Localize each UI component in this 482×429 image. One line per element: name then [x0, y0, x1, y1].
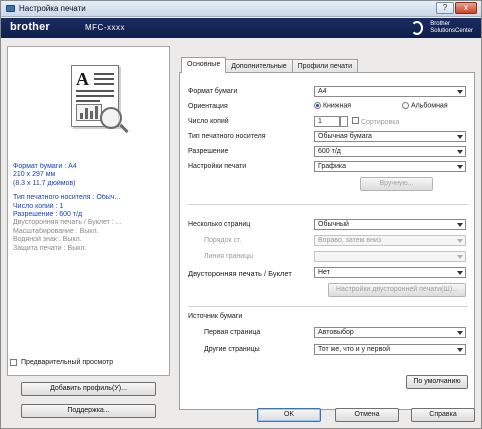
- summary-line: Число копий : 1: [13, 202, 64, 210]
- preview-letter-a: A: [76, 69, 89, 89]
- collate-label: Сортировка: [360, 119, 400, 126]
- duplex-value: Нет: [318, 269, 330, 276]
- chevron-down-icon: [457, 150, 463, 154]
- chevron-down-icon: [457, 90, 463, 94]
- orientation-portrait-option[interactable]: Книжная: [314, 102, 351, 109]
- summary-line: Разрешение : 600 т/д: [13, 211, 83, 219]
- paper-size-label: Формат бумаги: [188, 88, 238, 95]
- copies-value: 1: [318, 118, 322, 125]
- paper-source-label: Источник бумаги: [188, 313, 243, 320]
- copies-input[interactable]: 1: [314, 116, 340, 127]
- media-type-label: Тип печатного носителя: [188, 133, 266, 140]
- cancel-button[interactable]: Отмена: [335, 408, 399, 422]
- chevron-down-icon: [457, 331, 463, 335]
- duplex-settings-button[interactable]: Настройки двусторонней печати(Ш)...: [328, 283, 466, 297]
- support-button[interactable]: Поддержка...: [21, 404, 156, 418]
- basic-tab-panel: Формат бумаги A4 Ориентация Книжная Альб…: [179, 72, 475, 410]
- page-order-select[interactable]: Вправо, затем вниз: [314, 235, 466, 246]
- summary-line: 210 x 297 мм: [13, 171, 56, 179]
- orientation-label: Ориентация: [188, 103, 228, 110]
- border-line-label: Линия границы: [204, 253, 254, 260]
- ok-button[interactable]: OK: [257, 408, 321, 422]
- summary-line: (8.3 x 11.7 дюймов): [13, 179, 76, 187]
- other-pages-value: Тот же, что и у первой: [318, 346, 391, 353]
- orientation-landscape-option[interactable]: Альбомная: [402, 102, 448, 109]
- summary-line: Защита печати : Выкл.: [13, 244, 87, 252]
- other-pages-select[interactable]: Тот же, что и у первой: [314, 344, 466, 355]
- chevron-down-icon: [457, 239, 463, 243]
- window-title: Настройка печати: [19, 4, 86, 13]
- paper-size-value: A4: [318, 88, 327, 95]
- portrait-label: Книжная: [322, 102, 352, 110]
- print-settings-select[interactable]: Графика: [314, 161, 466, 172]
- duplex-select[interactable]: Нет: [314, 267, 466, 278]
- border-line-select[interactable]: [314, 251, 466, 262]
- help-button[interactable]: Справка: [411, 408, 475, 422]
- preview-panel: A Формат бумаги : A4 210 x 297 мм (8.3 x…: [7, 46, 170, 376]
- first-page-select[interactable]: Автовыбор: [314, 327, 466, 338]
- copies-spinner[interactable]: [340, 116, 348, 127]
- preview-chart-icon: [76, 104, 102, 121]
- close-window-button[interactable]: x: [455, 2, 477, 14]
- settings-summary: Формат бумаги : A4 210 x 297 мм (8.3 x 1…: [13, 163, 169, 253]
- print-preview-option[interactable]: Предварительный просмотр: [10, 359, 113, 366]
- summary-line: Масштабирование : Выкл.: [13, 227, 99, 235]
- multiple-pages-value: Обычный: [318, 221, 349, 228]
- duplex-label: Двусторонняя печать / Буклет: [188, 269, 292, 278]
- landscape-radio[interactable]: [402, 102, 409, 109]
- summary-line: Тип печатного носителя : Обыч...: [13, 194, 121, 202]
- chevron-down-icon: [457, 271, 463, 275]
- collate-option[interactable]: Сортировка: [352, 117, 399, 126]
- resolution-label: Разрешение: [188, 148, 229, 155]
- title-bar: Настройка печати ? x: [1, 1, 481, 17]
- manual-settings-button[interactable]: Вручную...: [360, 177, 433, 191]
- solutions-center-line1: Brother: [430, 21, 450, 27]
- brother-logo: brother: [10, 21, 50, 33]
- resolution-value: 600 т/д: [318, 148, 341, 155]
- chevron-down-icon: [457, 165, 463, 169]
- summary-line: Водяной знак : Выкл.: [13, 236, 82, 244]
- tab-advanced[interactable]: Дополнительные: [225, 59, 293, 73]
- collate-checkbox[interactable]: [352, 117, 359, 124]
- multiple-pages-select[interactable]: Обычный: [314, 219, 466, 230]
- first-page-label: Первая страница: [204, 329, 261, 336]
- page-order-label: Порядок ст.: [204, 237, 242, 244]
- solutions-center-link[interactable]: Brother SolutionsCenter: [430, 21, 473, 35]
- brand-banner: brother MFC-xxxx Brother SolutionsCenter: [1, 18, 481, 38]
- print-preview-checkbox[interactable]: [10, 359, 17, 366]
- tab-print-profiles[interactable]: Профили печати: [291, 59, 359, 73]
- landscape-label: Альбомная: [410, 102, 448, 110]
- page-order-value: Вправо, затем вниз: [318, 237, 382, 244]
- print-preview-label: Предварительный просмотр: [21, 359, 114, 366]
- add-profile-button[interactable]: Добавить профиль(У)...: [21, 382, 156, 396]
- window-controls: ? x: [436, 2, 477, 14]
- tab-strip: Основные Дополнительные Профили печати: [181, 57, 359, 73]
- solutions-center-line2: SolutionsCenter: [430, 28, 473, 34]
- media-type-select[interactable]: Обычная бумага: [314, 131, 466, 142]
- chevron-down-icon: [457, 135, 463, 139]
- print-settings-label: Настройки печати: [188, 163, 247, 170]
- print-settings-window: Настройка печати ? x brother MFC-xxxx Br…: [0, 0, 482, 429]
- restore-defaults-button[interactable]: По умолчанию: [406, 375, 468, 389]
- portrait-radio[interactable]: [314, 102, 321, 109]
- media-type-value: Обычная бумага: [318, 133, 372, 140]
- summary-line: Формат бумаги : A4: [13, 163, 77, 170]
- multiple-pages-label: Несколько страниц: [188, 221, 251, 228]
- help-window-button[interactable]: ?: [436, 2, 454, 14]
- print-settings-value: Графика: [318, 163, 346, 170]
- model-name: MFC-xxxx: [85, 23, 125, 32]
- chevron-down-icon: [457, 255, 463, 259]
- first-page-value: Автовыбор: [318, 329, 354, 336]
- printer-icon: [6, 5, 15, 12]
- resolution-select[interactable]: 600 т/д: [314, 146, 466, 157]
- tab-basic[interactable]: Основные: [181, 57, 227, 73]
- solutions-center-icon[interactable]: [411, 21, 423, 35]
- chevron-down-icon: [457, 223, 463, 227]
- other-pages-label: Другие страницы: [204, 346, 260, 353]
- copies-label: Число копий: [188, 118, 229, 125]
- summary-line: Двусторонняя печать / Буклет : ...: [13, 219, 122, 227]
- chevron-down-icon: [457, 348, 463, 352]
- paper-size-select[interactable]: A4: [314, 86, 466, 97]
